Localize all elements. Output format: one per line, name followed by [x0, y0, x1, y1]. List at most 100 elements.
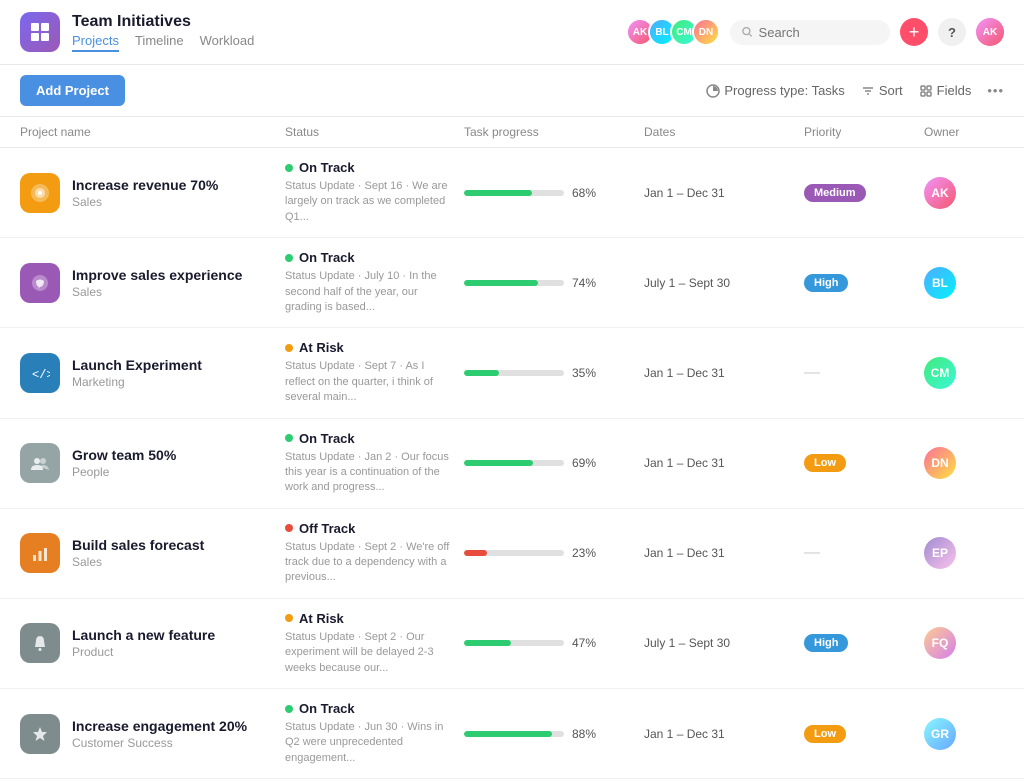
- priority-cell: —: [804, 544, 924, 562]
- progress-percent: 68%: [572, 186, 602, 200]
- header: Team Initiatives Projects Timeline Workl…: [0, 0, 1024, 65]
- project-icon: [20, 533, 60, 573]
- table-row[interactable]: Increase engagement 20% Customer Success…: [0, 689, 1024, 779]
- dates-cell: Jan 1 – Dec 31: [644, 186, 804, 200]
- add-button[interactable]: +: [900, 18, 928, 46]
- tab-workload[interactable]: Workload: [200, 33, 255, 52]
- table-row[interactable]: Increase revenue 70% Sales On Track Stat…: [0, 148, 1024, 238]
- project-cell: Grow team 50% People: [20, 443, 285, 483]
- tab-timeline[interactable]: Timeline: [135, 33, 184, 52]
- progress-fill: [464, 640, 511, 646]
- priority-badge: Low: [804, 454, 846, 472]
- status-dot: [285, 254, 293, 262]
- project-name: Grow team 50%: [72, 447, 176, 463]
- status-cell: At Risk Status Update · Sept 2 · Our exp…: [285, 611, 464, 676]
- status-cell: On Track Status Update · Jun 30 · Wins i…: [285, 701, 464, 766]
- team-avatars: AK BL CM DN: [626, 18, 720, 46]
- status-dot: [285, 705, 293, 713]
- progress-fill: [464, 550, 487, 556]
- status-badge: At Risk: [285, 340, 454, 355]
- progress-cell: 23%: [464, 546, 644, 560]
- table-row[interactable]: Launch a new feature Product At Risk Sta…: [0, 599, 1024, 689]
- project-info: Increase engagement 20% Customer Success: [72, 718, 247, 750]
- progress-bar: [464, 640, 564, 646]
- sort-icon: [861, 84, 875, 98]
- col-task-progress: Task progress: [464, 125, 644, 139]
- status-badge: On Track: [285, 431, 454, 446]
- status-badge: Off Track: [285, 521, 454, 536]
- dates-cell: Jan 1 – Dec 31: [644, 366, 804, 380]
- project-cell: Increase engagement 20% Customer Success: [20, 714, 285, 754]
- owner-avatar: CM: [924, 357, 956, 389]
- priority-badge: —: [804, 364, 820, 381]
- project-info: Build sales forecast Sales: [72, 537, 204, 569]
- status-dot: [285, 344, 293, 352]
- project-cell: </> Launch Experiment Marketing: [20, 353, 285, 393]
- progress-cell: 74%: [464, 276, 644, 290]
- toolbar-right: Progress type: Tasks Sort Fields •••: [706, 83, 1004, 98]
- svg-text:</>: </>: [32, 368, 50, 382]
- project-icon: [20, 263, 60, 303]
- priority-badge: —: [804, 544, 820, 561]
- progress-percent: 88%: [572, 727, 602, 741]
- status-text: On Track: [299, 250, 355, 265]
- project-cell: Improve sales experience Sales: [20, 263, 285, 303]
- status-text: On Track: [299, 701, 355, 716]
- project-dept: Sales: [72, 195, 218, 209]
- progress-percent: 35%: [572, 366, 602, 380]
- dates-cell: Jan 1 – Dec 31: [644, 546, 804, 560]
- owner-cell: DN: [924, 447, 1004, 479]
- tab-projects[interactable]: Projects: [72, 33, 119, 52]
- status-text: On Track: [299, 160, 355, 175]
- sort-button[interactable]: Sort: [861, 83, 903, 98]
- progress-fill: [464, 280, 538, 286]
- priority-cell: —: [804, 364, 924, 382]
- priority-badge: Low: [804, 725, 846, 743]
- progress-type-selector[interactable]: Progress type: Tasks: [706, 83, 844, 98]
- status-badge: On Track: [285, 160, 454, 175]
- progress-percent: 74%: [572, 276, 602, 290]
- owner-cell: FQ: [924, 627, 1004, 659]
- status-dot: [285, 524, 293, 532]
- table-row[interactable]: Grow team 50% People On Track Status Upd…: [0, 419, 1024, 509]
- project-dept: Marketing: [72, 375, 202, 389]
- project-dept: Product: [72, 645, 215, 659]
- priority-cell: High: [804, 634, 924, 652]
- owner-avatar: DN: [924, 447, 956, 479]
- status-dot: [285, 614, 293, 622]
- status-cell: On Track Status Update · Sept 16 · We ar…: [285, 160, 464, 225]
- search-input[interactable]: [759, 25, 878, 40]
- owner-cell: GR: [924, 718, 1004, 750]
- progress-type-label: Progress type: Tasks: [724, 83, 844, 98]
- table-row[interactable]: Build sales forecast Sales Off Track Sta…: [0, 509, 1024, 599]
- project-name: Build sales forecast: [72, 537, 204, 553]
- project-info: Increase revenue 70% Sales: [72, 177, 218, 209]
- col-priority: Priority: [804, 125, 924, 139]
- project-cell: Build sales forecast Sales: [20, 533, 285, 573]
- priority-cell: Low: [804, 454, 924, 472]
- progress-cell: 88%: [464, 727, 644, 741]
- owner-avatar: EP: [924, 537, 956, 569]
- project-icon: [20, 623, 60, 663]
- status-description: Status Update · Jan 2 · Our focus this y…: [285, 450, 454, 496]
- table-row[interactable]: Improve sales experience Sales On Track …: [0, 238, 1024, 328]
- progress-cell: 47%: [464, 636, 644, 650]
- user-avatar[interactable]: AK: [976, 18, 1004, 46]
- header-right: AK BL CM DN + ? AK: [626, 18, 1004, 46]
- project-name: Launch Experiment: [72, 357, 202, 373]
- more-icon: •••: [987, 83, 1004, 98]
- status-dot: [285, 434, 293, 442]
- more-options-button[interactable]: •••: [987, 83, 1004, 98]
- priority-badge: High: [804, 634, 848, 652]
- fields-button[interactable]: Fields: [919, 83, 972, 98]
- owner-cell: CM: [924, 357, 1004, 389]
- table-row[interactable]: </> Launch Experiment Marketing At Risk …: [0, 328, 1024, 418]
- project-cell: Increase revenue 70% Sales: [20, 173, 285, 213]
- project-name: Increase revenue 70%: [72, 177, 218, 193]
- project-dept: People: [72, 465, 176, 479]
- search-box[interactable]: [730, 20, 890, 45]
- add-project-button[interactable]: Add Project: [20, 75, 125, 106]
- progress-bar: [464, 550, 564, 556]
- owner-cell: AK: [924, 177, 1004, 209]
- help-button[interactable]: ?: [938, 18, 966, 46]
